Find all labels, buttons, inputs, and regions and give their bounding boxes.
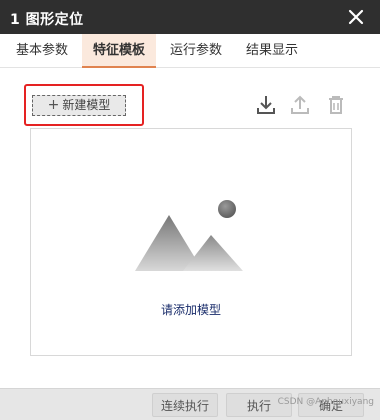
trash-icon[interactable] [324,93,348,117]
tab-label: 特征模板 [92,43,145,58]
watermark: CSDN @Anhouxiyang [277,397,374,407]
model-canvas[interactable]: 请添加模型 [30,128,352,356]
continuous-run-button[interactable]: 连续执行 [152,393,218,417]
close-icon[interactable] [346,7,366,27]
tab-basic-params[interactable]: 基本参数 [6,34,78,68]
upload-icon[interactable] [288,93,312,117]
tab-bar: 基本参数 特征模板 运行参数 结果显示 [0,34,380,68]
new-model-label: 新建模型 [62,98,111,112]
download-icon[interactable] [254,93,278,117]
title-bar: 1 图形定位 [0,0,380,34]
new-model-button[interactable]: + 新建模型 [32,95,126,116]
highlight-box: + 新建模型 [24,84,144,126]
tab-label: 结果显示 [245,43,298,58]
footer-bar: 连续执行 执行 确定 CSDN @Anhouxiyang [0,388,380,420]
window-title: 1 图形定位 [10,12,84,28]
tab-label: 基本参数 [15,43,68,58]
image-placeholder-icon [135,200,243,271]
tab-result-display[interactable]: 结果显示 [236,34,308,68]
plus-icon: + [47,97,60,113]
add-model-hint: 请添加模型 [160,303,221,317]
tab-feature-template[interactable]: 特征模板 [82,34,156,68]
tab-run-params[interactable]: 运行参数 [160,34,232,68]
tab-label: 运行参数 [169,43,222,58]
